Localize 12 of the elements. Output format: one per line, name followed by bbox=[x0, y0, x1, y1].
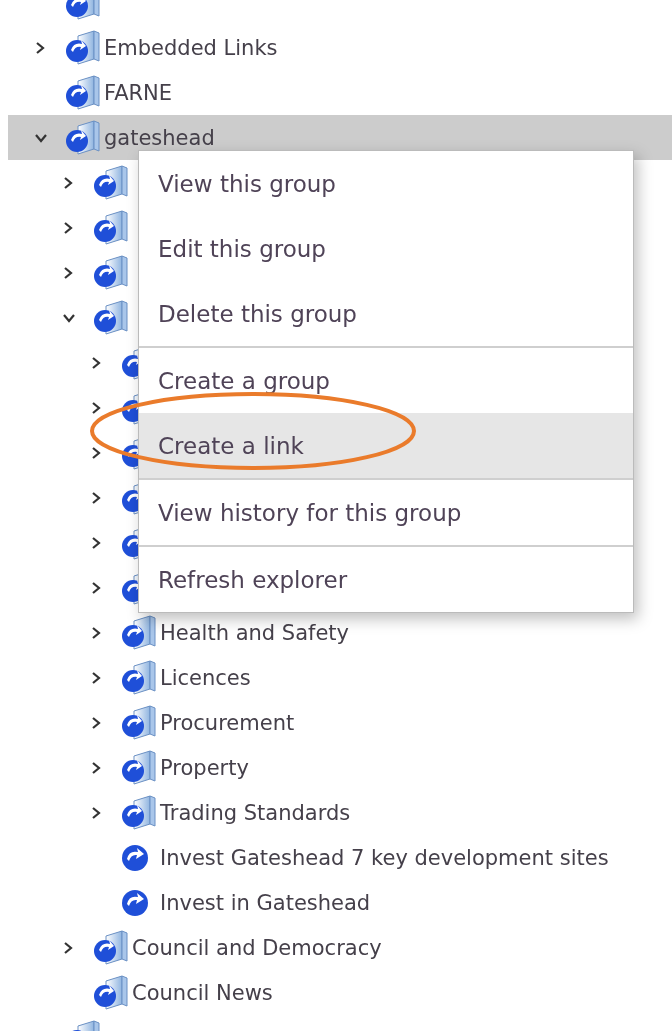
tree-item-label: Embedded Links bbox=[104, 35, 278, 60]
tree-item-label: Invest in Gateshead bbox=[160, 890, 371, 915]
tree-item-label: Health and Safety bbox=[160, 620, 349, 645]
tree-item-label: Council News bbox=[132, 980, 273, 1005]
tree-item-label: Licences bbox=[160, 665, 251, 690]
tree-item-label: Council and Democracy bbox=[132, 935, 382, 960]
tree-item-label: gateshead bbox=[104, 125, 215, 150]
tree-item-label: Property bbox=[160, 755, 249, 780]
tree-item-label: FARNE bbox=[104, 80, 173, 105]
tree-item-label: Procurement bbox=[160, 710, 295, 735]
tree-item-label: Trading Standards bbox=[160, 800, 351, 825]
tree-item-label: Invest Gateshead 7 key development sites bbox=[160, 845, 609, 870]
